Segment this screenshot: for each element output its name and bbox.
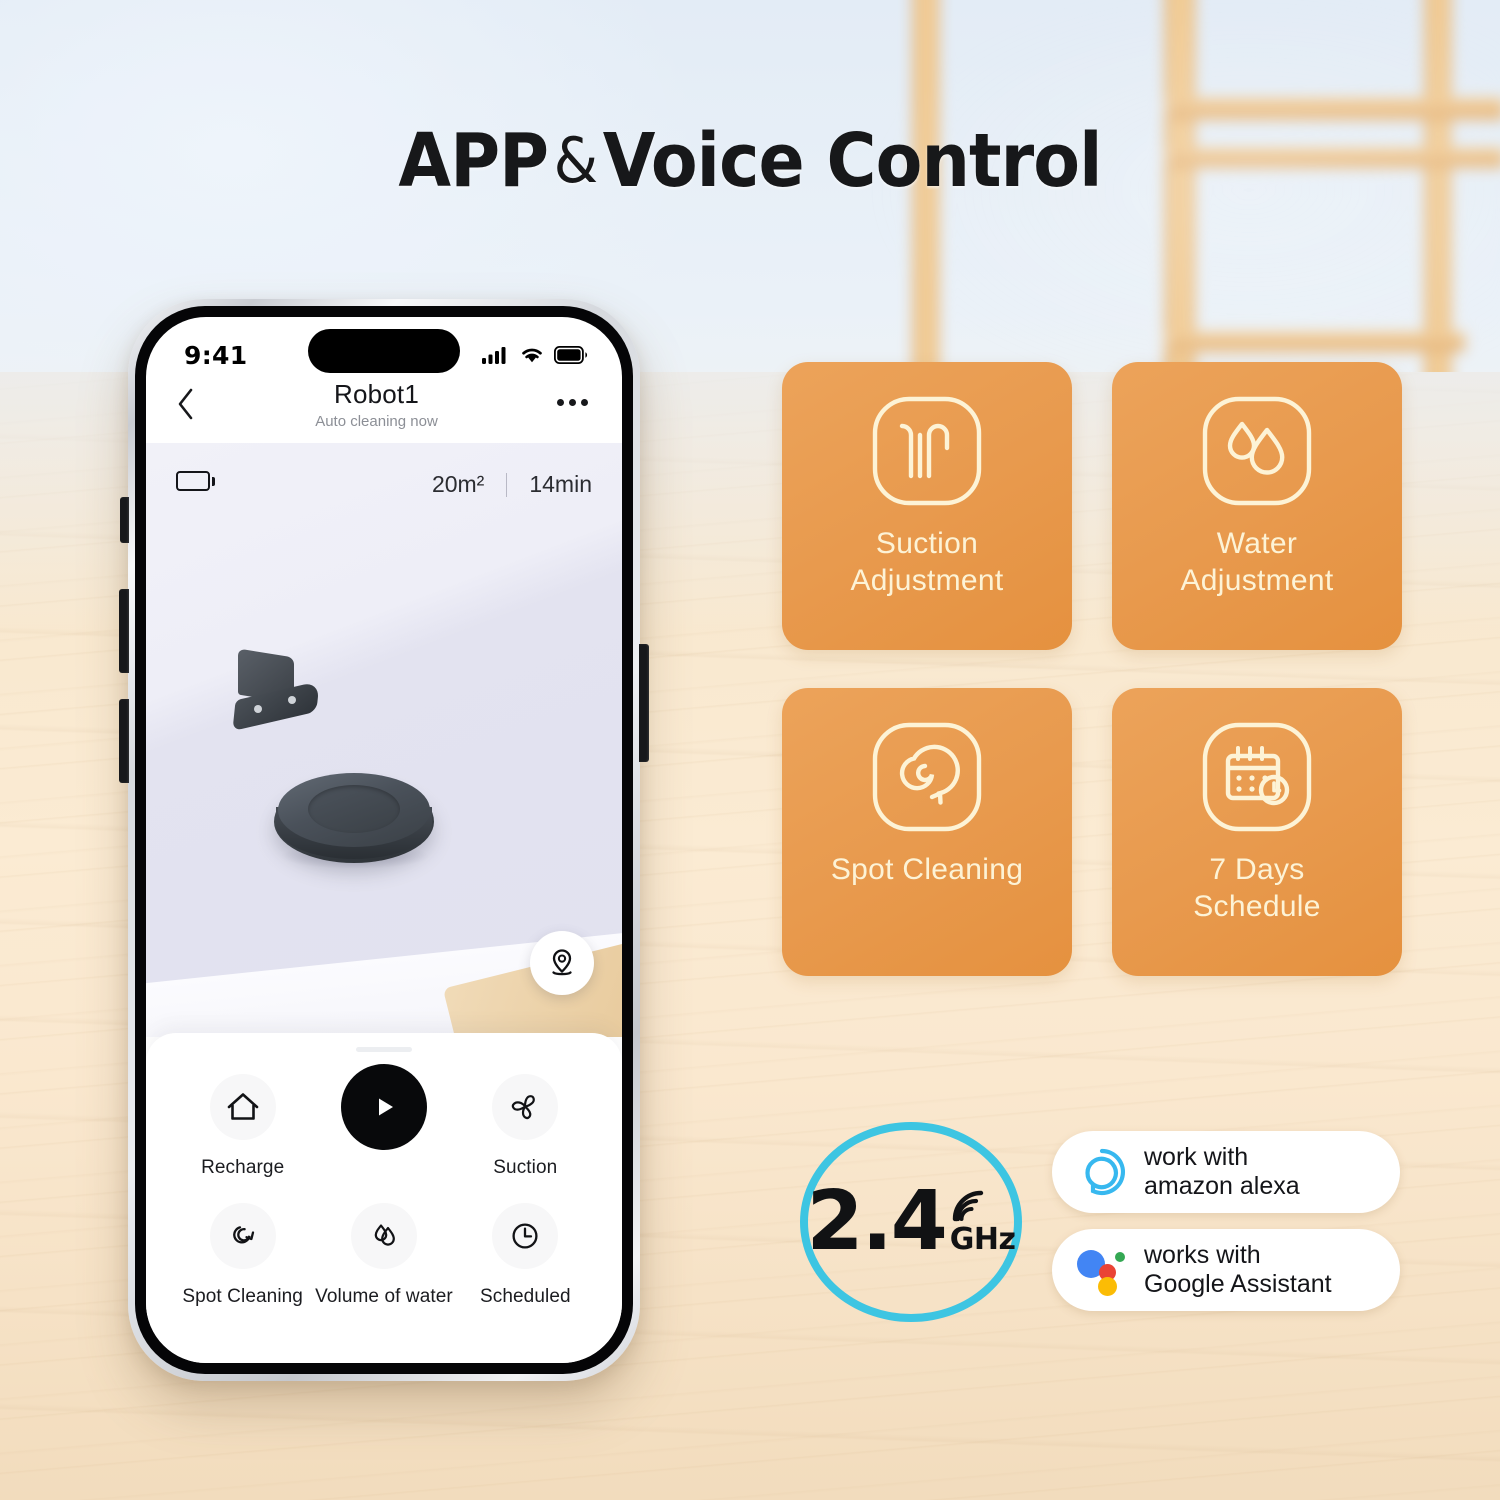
device-name: Robot1 [333, 379, 420, 409]
phone-bezel: 9:41 Robot1 Auto cleaning now 20m² 14min… [135, 306, 633, 1374]
wifi-frequency-value: 2.4 [806, 1174, 948, 1270]
volume-up-button[interactable] [119, 589, 129, 673]
map-stats: 20m² 14min [432, 471, 592, 498]
wifi-arc-icon [952, 1190, 983, 1222]
feature-card-label: Suction Adjustment [850, 527, 1004, 597]
feature-card-water-adjustment[interactable]: Water Adjustment [1112, 362, 1402, 650]
voice-assistant-badges: work with amazon alexa works with Google… [1052, 1131, 1400, 1311]
chevron-left-icon [178, 388, 193, 420]
control-row-secondary: Spot Cleaning Volume of water Scheduled [146, 1203, 622, 1308]
location-pin-icon [552, 949, 572, 976]
suction-airflow-icon [864, 388, 990, 514]
map-battery-indicator [176, 471, 215, 491]
water-drops-icon [1194, 388, 1320, 514]
phone-mockup: 9:41 Robot1 Auto cleaning now 20m² 14min… [119, 299, 649, 1381]
recharge-button[interactable]: Recharge [173, 1074, 313, 1179]
water-volume-label: Volume of water [315, 1286, 453, 1307]
alexa-badge-text: work with amazon alexa [1144, 1142, 1300, 1201]
silent-switch[interactable] [120, 497, 129, 543]
control-panel: Recharge Suction Spot Cleaning Volume of… [146, 1033, 622, 1363]
signal-bars-icon [482, 347, 506, 364]
control-row-primary: Recharge Suction [146, 1064, 622, 1179]
status-bar-icons [482, 345, 588, 365]
title-part-two: Voice Control [602, 118, 1103, 204]
feature-card-label: Water Adjustment [1180, 527, 1334, 597]
water-drops-icon [374, 1224, 395, 1246]
phone-screen: 9:41 Robot1 Auto cleaning now 20m² 14min… [146, 317, 622, 1363]
feature-card-label: Spot Cleaning [830, 853, 1024, 886]
fan-icon [512, 1095, 536, 1120]
amazon-alexa-logo [1074, 1147, 1130, 1197]
more-options-icon [557, 399, 564, 406]
google-assistant-badge[interactable]: works with Google Assistant [1052, 1229, 1400, 1311]
page-title: APP&Voice Control [60, 118, 1440, 204]
alexa-badge[interactable]: work with amazon alexa [1052, 1131, 1400, 1213]
charging-dock-icon [232, 648, 320, 732]
wifi-icon [522, 348, 542, 363]
sheet-drag-handle[interactable] [356, 1047, 412, 1052]
feature-card-grid: Suction Adjustment Water Adjustment Spot… [782, 362, 1402, 976]
calendar-clock-icon [1194, 714, 1320, 840]
suction-button[interactable]: Suction [455, 1074, 595, 1179]
battery-icon [554, 346, 588, 364]
wifi-frequency-unit: GHz [949, 1221, 1016, 1257]
spiral-arrow-icon [232, 1226, 254, 1244]
wifi-frequency-badge: 2.4 GHz [800, 1122, 1022, 1322]
title-ampersand: & [553, 124, 598, 197]
stats-divider [506, 472, 508, 497]
start-clean-button[interactable] [314, 1064, 454, 1167]
spiral-arrow-icon [864, 714, 990, 840]
power-button[interactable] [639, 644, 649, 762]
feature-card-suction-adjustment[interactable]: Suction Adjustment [782, 362, 1072, 650]
spot-cleaning-label: Spot Cleaning [182, 1286, 303, 1307]
google-badge-text: works with Google Assistant [1144, 1240, 1332, 1299]
cleaned-area-value: 20m² [431, 471, 485, 497]
app-header: Robot1 Auto cleaning now [146, 379, 622, 443]
dynamic-island [308, 329, 460, 373]
play-icon [378, 1098, 393, 1116]
title-part-one: APP [398, 118, 549, 204]
feature-card-spot-cleaning[interactable]: Spot Cleaning [782, 688, 1072, 976]
more-options-button[interactable] [557, 399, 588, 406]
feature-card-label: 7 Days Schedule [1193, 853, 1321, 923]
battery-level-icon [176, 471, 210, 491]
recharge-label: Recharge [201, 1157, 285, 1178]
back-button[interactable] [176, 387, 196, 427]
scheduled-label: Scheduled [479, 1286, 571, 1307]
device-status: Auto cleaning now [315, 413, 438, 430]
home-icon [227, 1093, 258, 1120]
locate-robot-button[interactable] [530, 931, 594, 995]
suction-label: Suction [493, 1157, 558, 1178]
google-assistant-logo [1074, 1246, 1130, 1296]
header-title-group: Robot1 Auto cleaning now [196, 379, 557, 430]
scheduled-button[interactable]: Scheduled [455, 1203, 595, 1308]
status-bar: 9:41 [146, 317, 622, 379]
water-volume-button[interactable]: Volume of water [314, 1203, 454, 1308]
status-bar-time: 9:41 [184, 340, 248, 370]
volume-down-button[interactable] [119, 699, 129, 783]
feature-card-schedule[interactable]: 7 Days Schedule [1112, 688, 1402, 976]
cleaning-duration-value: 14min [529, 471, 592, 497]
spot-cleaning-button[interactable]: Spot Cleaning [173, 1203, 313, 1308]
clock-icon [512, 1223, 538, 1249]
robot-vacuum-icon [274, 765, 434, 877]
cleaning-map[interactable]: 20m² 14min [146, 443, 622, 1037]
